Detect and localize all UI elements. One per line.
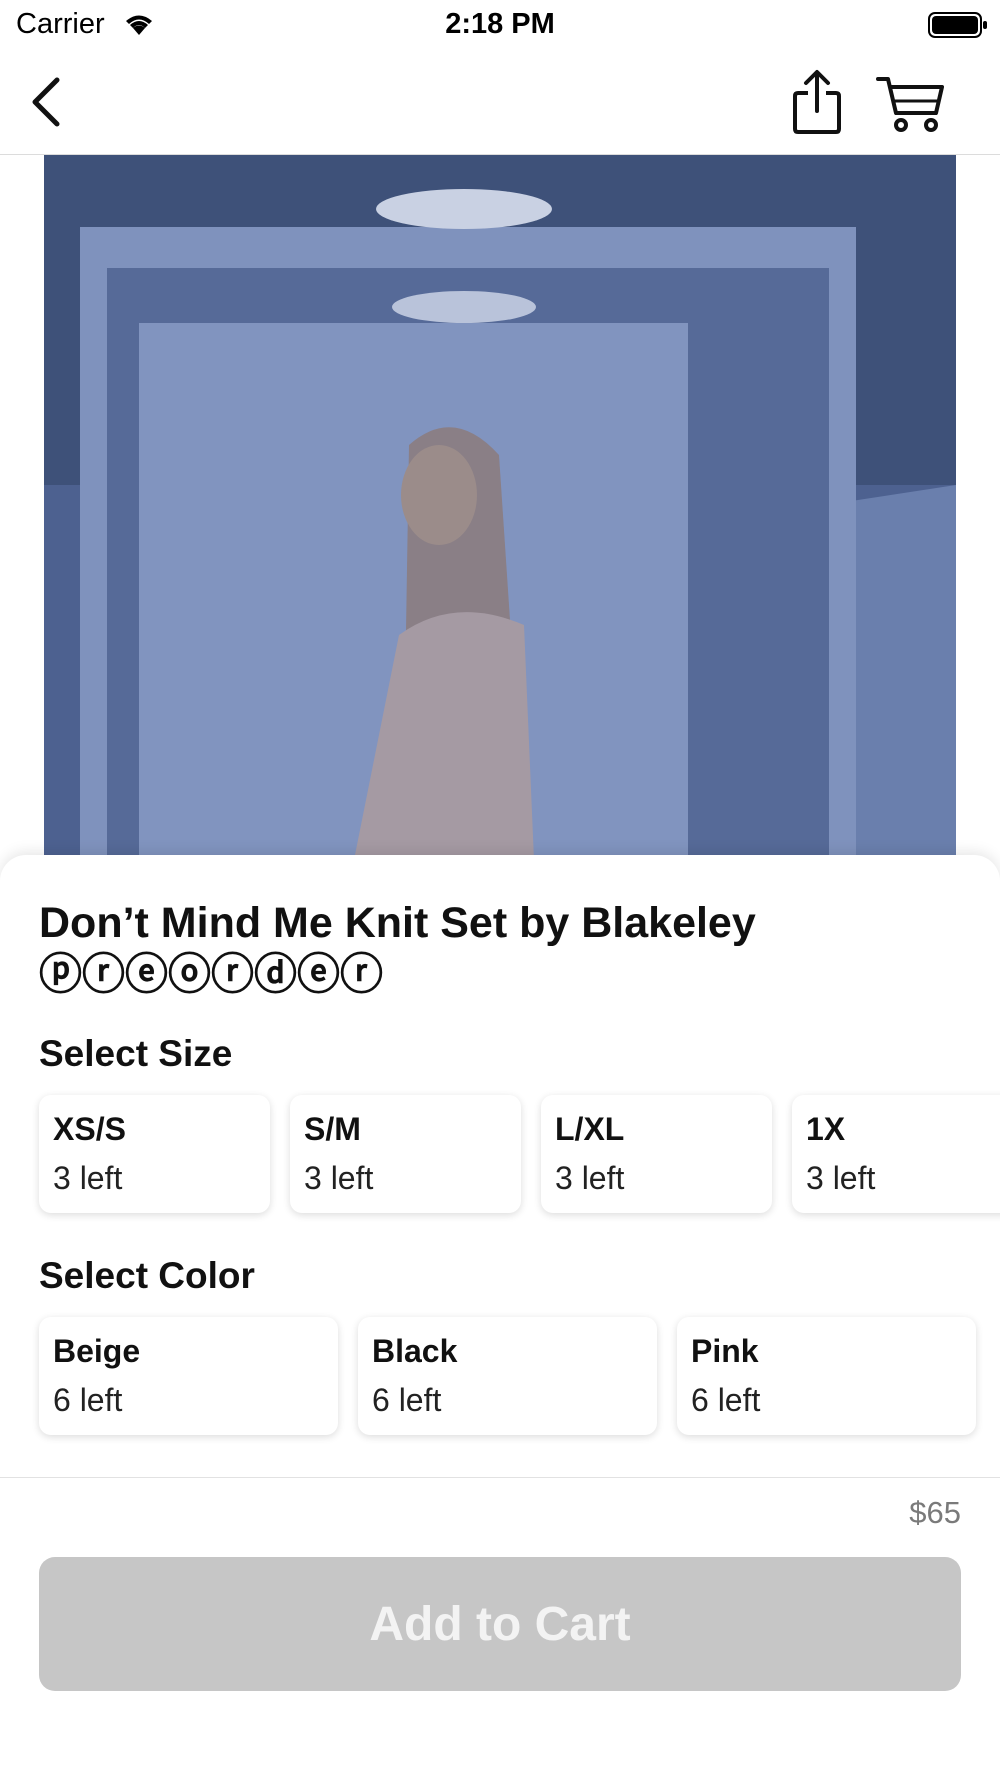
share-button[interactable] xyxy=(784,65,850,139)
color-stock: 6 left xyxy=(372,1382,442,1418)
navigation-bar xyxy=(0,52,1000,155)
select-size-label: Select Size xyxy=(39,1033,233,1074)
size-name: S/M xyxy=(304,1111,361,1147)
size-name: 1X xyxy=(806,1111,846,1147)
size-stock: 3 left xyxy=(555,1160,625,1196)
product-video-frame xyxy=(44,155,956,860)
color-option[interactable]: Pink 6 left xyxy=(677,1317,976,1435)
color-name: Black xyxy=(372,1333,458,1369)
size-option[interactable]: S/M 3 left xyxy=(290,1095,521,1213)
share-icon xyxy=(793,70,841,134)
price-label: $65 xyxy=(909,1495,961,1530)
size-option[interactable]: XS/S 3 left xyxy=(39,1095,270,1213)
add-to-cart-button[interactable]: Add to Cart xyxy=(39,1557,961,1691)
color-name: Beige xyxy=(53,1333,141,1369)
product-detail-screen: Carrier 2:18 PM Don’t Mind Me Knit Set b… xyxy=(0,0,1000,1778)
back-button[interactable] xyxy=(22,72,70,132)
status-time: 2:18 PM xyxy=(445,8,555,40)
color-stock: 6 left xyxy=(53,1382,123,1418)
product-title: Don’t Mind Me Knit Set by Blakeley ⓟⓡⓔⓞⓡ… xyxy=(39,899,756,1000)
battery-icon xyxy=(928,12,987,38)
color-name: Pink xyxy=(691,1333,759,1369)
product-video[interactable] xyxy=(44,155,956,860)
color-option[interactable]: Black 6 left xyxy=(358,1317,657,1435)
size-name: XS/S xyxy=(53,1111,126,1147)
size-stock: 3 left xyxy=(806,1160,876,1196)
cart-icon xyxy=(876,77,944,132)
select-color-label: Select Color xyxy=(39,1255,255,1296)
color-options: Beige 6 left Black 6 left Pink 6 left xyxy=(39,1317,1000,1435)
product-details-sheet: Don’t Mind Me Knit Set by Blakeley ⓟⓡⓔⓞⓡ… xyxy=(0,855,1000,1778)
color-stock: 6 left xyxy=(691,1382,761,1418)
status-bar: Carrier 2:18 PM xyxy=(0,0,1000,52)
divider xyxy=(0,1477,1000,1478)
size-option[interactable]: L/XL 3 left xyxy=(541,1095,772,1213)
size-name: L/XL xyxy=(555,1111,625,1147)
size-stock: 3 left xyxy=(304,1160,374,1196)
chevron-left-icon xyxy=(32,77,60,127)
size-stock: 3 left xyxy=(53,1160,123,1196)
size-options: XS/S 3 left S/M 3 left L/XL 3 left 1X 3 … xyxy=(39,1095,1000,1213)
cart-button[interactable] xyxy=(872,70,950,136)
color-option[interactable]: Beige 6 left xyxy=(39,1317,338,1435)
size-option[interactable]: 1X 3 left xyxy=(792,1095,1000,1213)
